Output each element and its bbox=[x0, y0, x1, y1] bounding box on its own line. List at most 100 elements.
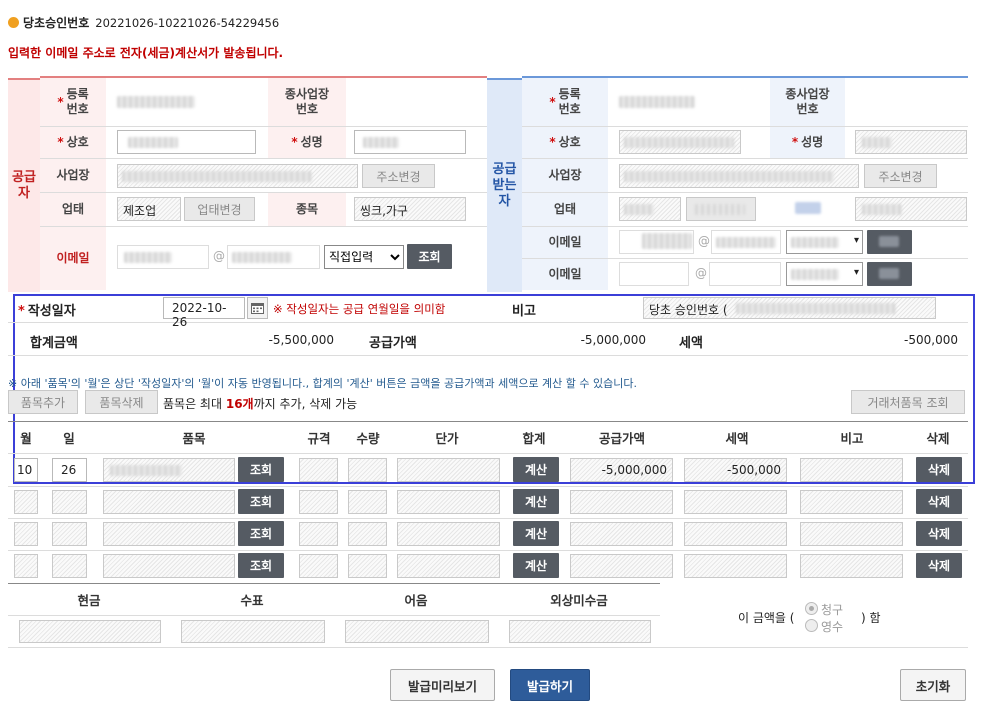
row-day-input[interactable] bbox=[52, 554, 87, 578]
receiver-reg-label: * 등록 번호 bbox=[549, 87, 581, 116]
supplier-item-label: 종목 bbox=[295, 201, 319, 216]
supplier-biz-type-field: 제조업 bbox=[117, 197, 181, 221]
total-value: -5,500,000 bbox=[268, 333, 334, 347]
radio-bill-icon[interactable] bbox=[805, 602, 818, 615]
row-price-input[interactable] bbox=[397, 490, 500, 514]
receiver-email-domain-input-1[interactable] bbox=[711, 230, 781, 254]
row-month-input[interactable] bbox=[14, 490, 38, 514]
row-day-input[interactable] bbox=[52, 490, 87, 514]
row-item-input[interactable] bbox=[103, 554, 235, 578]
row-delete-button[interactable]: 삭제 bbox=[916, 489, 962, 514]
row-calc-button[interactable]: 계산 bbox=[513, 553, 559, 578]
delete-item-button[interactable]: 품목삭제 bbox=[85, 390, 158, 414]
receiver-ceo-field bbox=[855, 130, 967, 154]
row-item-lookup-button[interactable]: 조회 bbox=[238, 521, 284, 546]
row-spec-input[interactable] bbox=[299, 522, 338, 546]
payment-amount-input[interactable] bbox=[345, 620, 489, 643]
receiver-email-lookup-button-2[interactable] bbox=[867, 262, 912, 286]
receiver-address-field bbox=[619, 164, 859, 188]
row-qty-input[interactable] bbox=[348, 554, 387, 578]
row-month-input[interactable] bbox=[14, 554, 38, 578]
payment-header: 어음 bbox=[404, 593, 428, 608]
row-remark-input[interactable] bbox=[800, 554, 903, 578]
supplier-email-domain-input[interactable] bbox=[227, 245, 320, 269]
row-month-input[interactable] bbox=[14, 522, 38, 546]
row-supply-input[interactable]: -5,000,000 bbox=[570, 458, 673, 482]
payment-option-bill[interactable]: 청구 bbox=[805, 601, 843, 618]
row-calc-button[interactable]: 계산 bbox=[513, 521, 559, 546]
row-calc-button[interactable]: 계산 bbox=[513, 457, 559, 482]
supplier-address-label: 사업장 bbox=[56, 167, 90, 182]
row-item-input[interactable] bbox=[103, 458, 235, 482]
payment-amount-input[interactable] bbox=[181, 620, 325, 643]
row-spec-input[interactable] bbox=[299, 554, 338, 578]
row-supply-input[interactable] bbox=[570, 490, 673, 514]
supplier-email-id-input[interactable] bbox=[117, 245, 209, 269]
add-item-button[interactable]: 품목추가 bbox=[8, 390, 78, 414]
row-remark-input[interactable] bbox=[800, 490, 903, 514]
row-item-lookup-button[interactable]: 조회 bbox=[238, 457, 284, 482]
row-price-input[interactable] bbox=[397, 554, 500, 578]
payment-amount-input[interactable] bbox=[19, 620, 161, 643]
row-supply-input[interactable] bbox=[570, 522, 673, 546]
supplier-ceo-input[interactable] bbox=[354, 130, 466, 154]
row-delete-button[interactable]: 삭제 bbox=[916, 553, 962, 578]
receiver-email-domain-input-2[interactable] bbox=[709, 262, 781, 286]
receiver-email-lookup-button-1[interactable] bbox=[867, 230, 912, 254]
col-header: 품목 bbox=[182, 431, 206, 446]
preview-button[interactable]: 발급미리보기 bbox=[390, 669, 495, 701]
partner-item-lookup-button[interactable]: 거래처품목 조회 bbox=[851, 390, 965, 414]
row-item-input[interactable] bbox=[103, 490, 235, 514]
row-qty-input[interactable] bbox=[348, 522, 387, 546]
supplier-biz-type-change-button[interactable]: 업태변경 bbox=[184, 197, 255, 221]
row-price-input[interactable] bbox=[397, 522, 500, 546]
remark-field[interactable]: 당초 승인번호 ( bbox=[643, 297, 936, 319]
row-month-input[interactable]: 10 bbox=[14, 458, 38, 482]
row-spec-input[interactable] bbox=[299, 490, 338, 514]
row-calc-button[interactable]: 계산 bbox=[513, 489, 559, 514]
row-price-input[interactable] bbox=[397, 458, 500, 482]
row-tax-input[interactable] bbox=[684, 554, 787, 578]
row-day-input[interactable] bbox=[52, 522, 87, 546]
issue-button[interactable]: 발급하기 bbox=[510, 669, 590, 701]
row-delete-button[interactable]: 삭제 bbox=[916, 457, 962, 482]
row-supply-input[interactable] bbox=[570, 554, 673, 578]
radio-receipt-icon[interactable] bbox=[805, 619, 818, 632]
row-qty-input[interactable] bbox=[348, 490, 387, 514]
row-item-input[interactable] bbox=[103, 522, 235, 546]
row-day-input[interactable]: 26 bbox=[52, 458, 87, 482]
date-input[interactable]: 2022-10-26 bbox=[163, 297, 245, 329]
calendar-icon[interactable] bbox=[247, 297, 268, 319]
row-tax-input[interactable] bbox=[684, 522, 787, 546]
row-item-lookup-button[interactable]: 조회 bbox=[238, 553, 284, 578]
receiver-biz-type-change-button[interactable] bbox=[686, 197, 756, 221]
supplier-email-lookup-button[interactable]: 조회 bbox=[407, 244, 452, 269]
receiver-email-domain-select-2[interactable]: ▾ bbox=[786, 262, 863, 286]
row-item-lookup-button[interactable]: 조회 bbox=[238, 489, 284, 514]
supplier-email-domain-select[interactable]: 직접입력 bbox=[324, 245, 404, 269]
row-tax-input[interactable]: -500,000 bbox=[684, 458, 787, 482]
receiver-sub-label: 종사업장 번호 bbox=[785, 87, 830, 116]
receiver-email-id-input-1[interactable] bbox=[619, 230, 694, 254]
col-header: 일 bbox=[63, 431, 75, 446]
receiver-biz-type-label: 업태 bbox=[553, 201, 577, 216]
row-remark-input[interactable] bbox=[800, 522, 903, 546]
supplier-name-input[interactable] bbox=[117, 130, 256, 154]
receiver-address-change-button[interactable]: 주소변경 bbox=[864, 164, 937, 188]
receiver-email-id-input-2[interactable] bbox=[619, 262, 689, 286]
supplier-email-label: 이메일 bbox=[56, 250, 90, 265]
row-delete-button[interactable]: 삭제 bbox=[916, 521, 962, 546]
payment-option-receipt[interactable]: 영수 bbox=[805, 618, 843, 635]
supplier-item-field: 씽크,가구 bbox=[354, 197, 466, 221]
payment-header: 수표 bbox=[240, 593, 264, 608]
payment-text-post: ) 함 bbox=[861, 611, 881, 625]
row-tax-input[interactable] bbox=[684, 490, 787, 514]
reset-button[interactable]: 초기화 bbox=[900, 669, 966, 701]
supply-label: 공급가액 bbox=[369, 336, 417, 351]
payment-amount-input[interactable] bbox=[509, 620, 651, 643]
row-qty-input[interactable] bbox=[348, 458, 387, 482]
row-remark-input[interactable] bbox=[800, 458, 903, 482]
supplier-address-change-button[interactable]: 주소변경 bbox=[362, 164, 435, 188]
receiver-email-domain-select-1[interactable]: ▾ bbox=[786, 230, 863, 254]
row-spec-input[interactable] bbox=[299, 458, 338, 482]
